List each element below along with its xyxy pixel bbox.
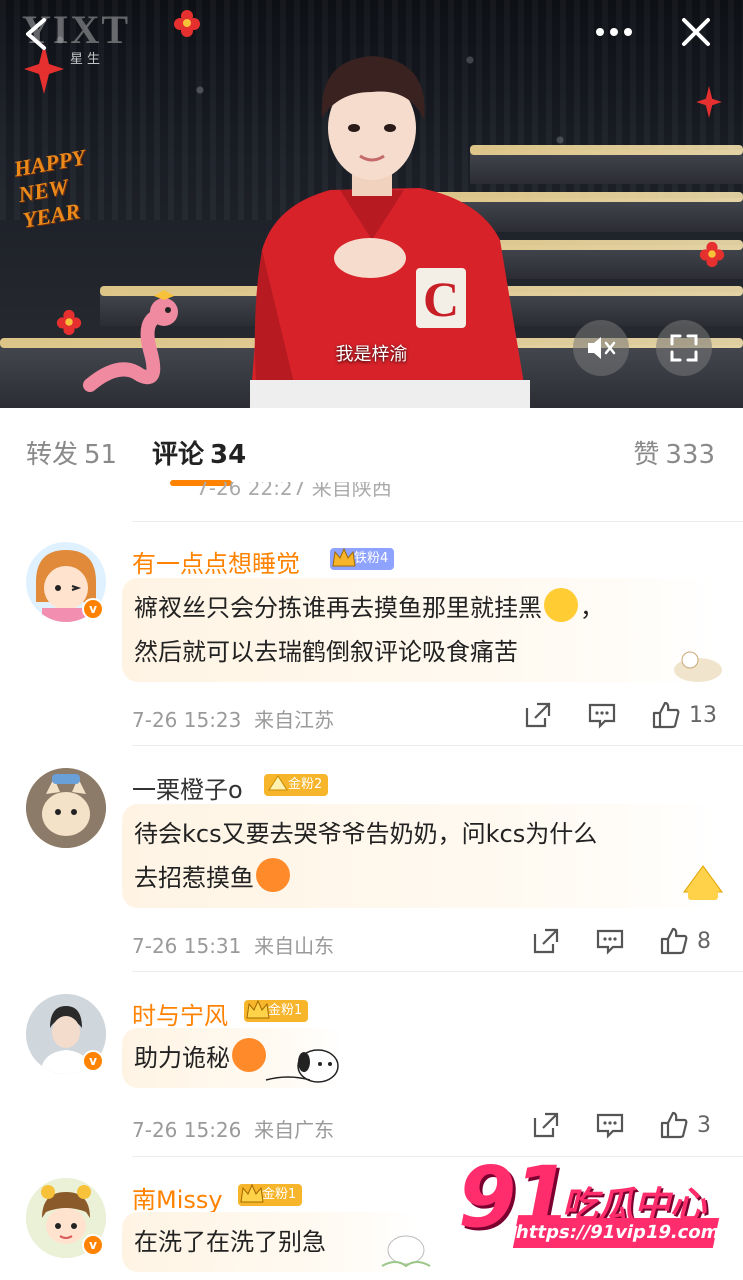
back-icon[interactable] <box>18 14 58 54</box>
fan-badge: 铁粉4 <box>330 547 395 570</box>
avatar[interactable] <box>26 768 106 848</box>
tab-comment-label: 评论 <box>152 440 205 470</box>
sparkle-sticker <box>696 86 722 118</box>
tab-like[interactable]: 赞 333 <box>633 434 715 471</box>
comment-text: 在洗了在洗了别急 <box>122 1212 416 1272</box>
comment-username[interactable]: 南Missy <box>132 1180 223 1215</box>
fan-badge: 金粉1 <box>244 999 309 1022</box>
detail-tabs: 转发 51 评论 34 赞 333 <box>0 408 743 490</box>
fan-badge: 金粉2 <box>264 774 329 796</box>
bubble-decoration <box>674 651 722 682</box>
like-count: 13 <box>689 702 717 728</box>
tab-comment-count: 34 <box>210 440 247 470</box>
share-icon[interactable] <box>531 1110 561 1140</box>
fan-badge-label: 金粉1 <box>268 1003 303 1018</box>
bubble-decoration <box>683 865 723 900</box>
divider <box>132 745 743 746</box>
fan-badge-label: 金粉2 <box>288 777 323 792</box>
comment-meta: 7-26 15:31 来自山东 <box>132 934 335 958</box>
fullscreen-button[interactable] <box>656 320 712 376</box>
video-player[interactable]: C HAPPY NEW YEAR YIXT 星生 我是梓渝 <box>0 0 743 408</box>
comment-meta: 7-26 22:27 来自陕西 <box>196 482 392 500</box>
tongue-emoji-icon <box>256 858 290 892</box>
fan-badge-label: 铁粉4 <box>354 551 389 566</box>
close-icon[interactable] <box>676 12 716 52</box>
more-icon[interactable] <box>590 18 638 46</box>
comment-username[interactable]: 一栗橙子o <box>132 770 243 805</box>
tab-like-label: 赞 <box>633 440 660 470</box>
channel-logo-subtitle: 星生 <box>70 52 105 67</box>
comment-icon[interactable] <box>595 926 625 956</box>
verified-icon: v <box>82 1234 104 1256</box>
fullscreen-icon <box>670 334 698 362</box>
crown-icon <box>240 1183 264 1203</box>
comment-icon[interactable] <box>595 1110 625 1140</box>
comment-meta: 7-26 15:26 来自广东 <box>132 1118 335 1142</box>
crown-icon <box>246 999 270 1019</box>
comment-meta: 7-26 15:23 来自江苏 <box>132 708 335 732</box>
tab-like-count: 333 <box>665 440 715 470</box>
verified-icon: v <box>82 598 104 620</box>
comment-text: 褯衩丝只会分拣谁再去摸鱼那里就挂黑， 然后就可以去瑞鹤倒叙评论吸食痛苦 <box>122 578 718 682</box>
flower-sticker <box>174 10 200 37</box>
video-subtitle: 我是梓渝 <box>335 344 408 365</box>
site-watermark: 91 吃瓜中心 https://91vip19.com <box>450 1148 730 1258</box>
comment-text: 待会kcs又要去哭爷爷告奶奶，问kcs为什么 去招惹摸鱼 <box>122 804 718 908</box>
verified-icon: v <box>82 1050 104 1072</box>
svg-text:C: C <box>423 271 459 327</box>
tab-comment[interactable]: 评论 34 <box>152 434 246 471</box>
like-icon[interactable] <box>659 926 689 956</box>
watermark-url: https://91vip19.com <box>512 1218 722 1248</box>
comment-actions: 13 <box>489 700 717 730</box>
bubble-decoration <box>381 1235 431 1268</box>
divider <box>132 521 743 522</box>
tab-repost[interactable]: 转发 51 <box>26 434 117 471</box>
fan-badge-label: 金粉1 <box>262 1187 297 1202</box>
flower-sticker <box>56 309 82 336</box>
mute-button[interactable] <box>573 320 629 376</box>
partial-comment-meta: 7-26 22:27 来自陕西 <box>0 482 743 504</box>
like-count: 3 <box>697 1112 711 1138</box>
tab-repost-count: 51 <box>84 440 118 470</box>
comment-username[interactable]: 时与宁风 <box>132 996 228 1031</box>
comment-actions: 3 <box>497 1110 717 1140</box>
flower-sticker <box>699 241 725 268</box>
like-count: 8 <box>697 928 711 954</box>
like-icon[interactable] <box>659 1110 689 1140</box>
like-icon[interactable] <box>651 700 681 730</box>
crown-icon <box>268 775 288 791</box>
pochacco-sticker <box>265 1049 339 1083</box>
tab-repost-label: 转发 <box>26 440 79 470</box>
divider <box>132 971 743 972</box>
happy-new-year-sticker: HAPPY NEW YEAR <box>11 144 88 233</box>
grin-emoji-icon <box>544 588 578 622</box>
comment-icon[interactable] <box>587 700 617 730</box>
comment-actions: 8 <box>497 926 717 956</box>
share-icon[interactable] <box>531 926 561 956</box>
crown-icon <box>332 547 356 567</box>
share-icon[interactable] <box>523 700 553 730</box>
fan-badge: 金粉1 <box>238 1183 303 1206</box>
mute-icon <box>588 337 616 359</box>
comment-username[interactable]: 有一点点想睡觉 <box>132 544 300 579</box>
